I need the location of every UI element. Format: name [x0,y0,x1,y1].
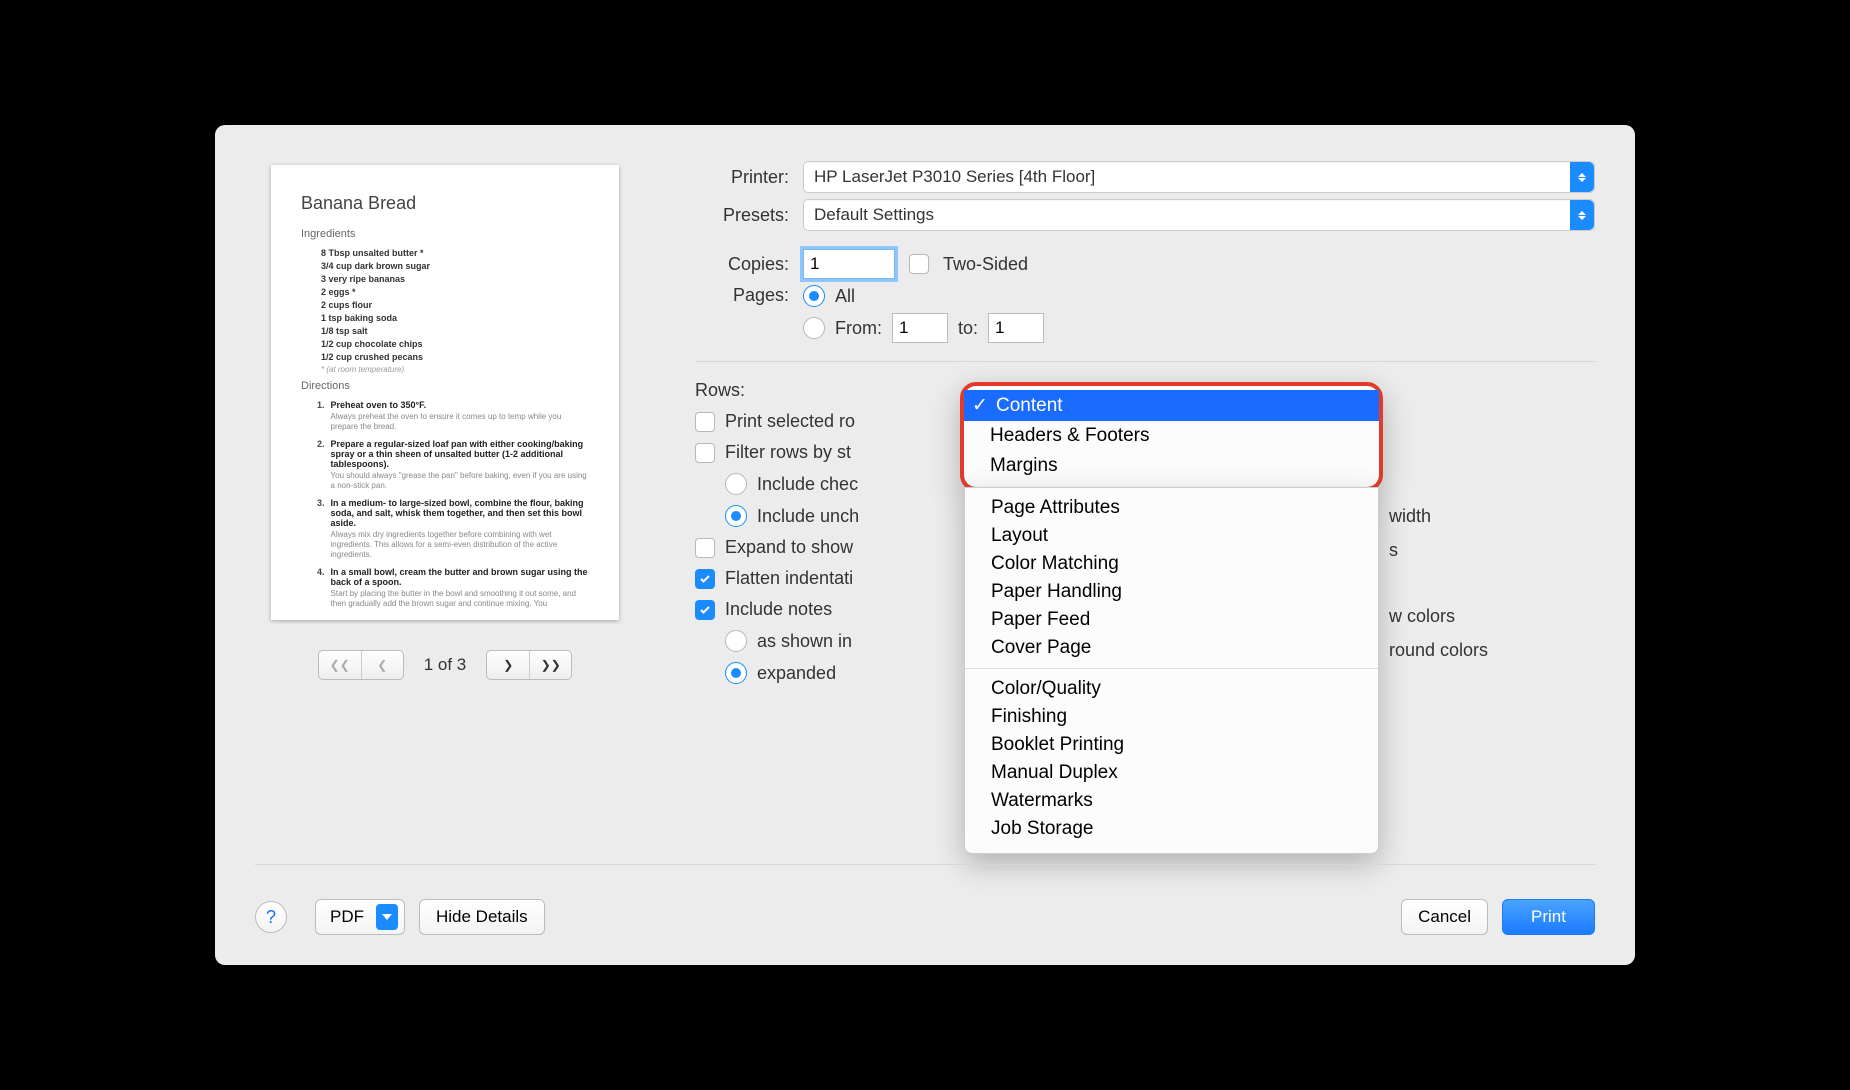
expand-checkbox[interactable] [695,538,715,558]
pages-to-input[interactable] [988,313,1044,343]
pages-from-label: From: [835,318,882,339]
pdf-label: PDF [330,907,364,927]
presets-value: Default Settings [814,205,934,225]
directions-heading: Directions [301,380,589,392]
dropdown-item[interactable]: Color/Quality [965,675,1378,703]
include-checked-radio[interactable] [725,473,747,495]
doc-title: Banana Bread [301,193,589,214]
presets-select[interactable]: Default Settings [803,199,1595,231]
last-page-button[interactable]: ❯❯ [529,651,571,679]
printer-select[interactable]: HP LaserJet P3010 Series [4th Floor] [803,161,1595,193]
ingredient-item: 1/8 tsp salt [301,326,589,336]
print-selected-label: Print selected ro [725,411,855,432]
notes-as-shown-label: as shown in [757,631,852,652]
printer-label: Printer: [695,167,789,188]
ingredient-item: 3 very ripe bananas [301,274,589,284]
pages-all-radio[interactable] [803,285,825,307]
dropdown-item[interactable]: Cover Page [965,634,1378,662]
dropdown-item[interactable]: Headers & Footers [964,421,1379,451]
print-dialog: Banana Bread Ingredients 8 Tbsp unsalted… [215,125,1635,965]
peek-s: s [1389,540,1398,561]
dialog-footer: ? PDF Hide Details Cancel Print [255,899,1595,935]
include-unchecked-radio[interactable] [725,505,747,527]
dropdown-item[interactable]: Margins [964,451,1379,481]
peek-width: width [1389,506,1431,527]
pdf-menu-button[interactable]: PDF [315,899,405,935]
two-sided-label: Two-Sided [943,254,1028,275]
direction-item: 4.In a small bowl, cream the butter and … [317,567,589,610]
include-checked-label: Include chec [757,474,858,495]
filter-rows-label: Filter rows by st [725,442,851,463]
preview-column: Banana Bread Ingredients 8 Tbsp unsalted… [255,155,635,694]
notes-as-shown-radio[interactable] [725,630,747,652]
pages-from-input[interactable] [892,313,948,343]
direction-item: 1.Preheat oven to 350°F.Always preheat t… [317,400,589,433]
include-unchecked-label: Include unch [757,506,859,527]
dropdown-item[interactable]: Layout [965,522,1378,550]
page-indicator: 1 of 3 [424,655,467,675]
dropdown-item[interactable]: Watermarks [965,787,1378,815]
preview-pager: ❮❮ ❮ 1 of 3 ❯ ❯❯ [255,650,635,680]
ingredients-footnote: * (at room temperature) [301,365,589,374]
pages-all-label: All [835,286,855,307]
print-selected-checkbox[interactable] [695,412,715,432]
dropdown-item[interactable]: Manual Duplex [965,759,1378,787]
copies-input[interactable] [803,249,895,279]
section-dropdown-highlight: ContentHeaders & FootersMargins [960,382,1383,491]
page-preview: Banana Bread Ingredients 8 Tbsp unsalted… [271,165,619,620]
ingredient-item: 1/2 cup chocolate chips [301,339,589,349]
printer-value: HP LaserJet P3010 Series [4th Floor] [814,167,1095,187]
cancel-button[interactable]: Cancel [1401,899,1488,935]
notes-expanded-label: expanded [757,663,836,684]
section-dropdown[interactable]: Page AttributesLayoutColor MatchingPaper… [964,487,1379,854]
expand-label: Expand to show [725,537,853,558]
chevron-updown-icon [1570,162,1594,192]
dropdown-item[interactable]: Paper Handling [965,578,1378,606]
ingredient-item: 2 cups flour [301,300,589,310]
direction-item: 2.Prepare a regular-sized loaf pan with … [317,439,589,492]
footer-separator [255,864,1595,865]
next-page-button[interactable]: ❯ [487,651,529,679]
copies-label: Copies: [695,254,789,275]
dropdown-item[interactable]: Job Storage [965,815,1378,843]
dropdown-item[interactable]: Booklet Printing [965,731,1378,759]
dropdown-separator [965,668,1378,669]
pages-range-radio[interactable] [803,317,825,339]
presets-label: Presets: [695,205,789,226]
chevron-down-icon [376,904,398,930]
hide-details-button[interactable]: Hide Details [419,899,545,935]
flatten-checkbox[interactable] [695,569,715,589]
dropdown-item[interactable]: Content [964,390,1379,421]
dropdown-item[interactable]: Page Attributes [965,494,1378,522]
dropdown-item[interactable]: Finishing [965,703,1378,731]
two-sided-checkbox[interactable] [909,254,929,274]
ingredient-item: 8 Tbsp unsalted butter * [301,248,589,258]
filter-rows-checkbox[interactable] [695,443,715,463]
direction-item: 3.In a medium- to large-sized bowl, comb… [317,498,589,561]
chevron-updown-icon [1570,200,1594,230]
help-button[interactable]: ? [255,901,287,933]
peek-round-colors: round colors [1389,640,1488,661]
print-button[interactable]: Print [1502,899,1595,935]
flatten-label: Flatten indentati [725,568,853,589]
ingredient-item: 1 tsp baking soda [301,313,589,323]
dropdown-item[interactable]: Color Matching [965,550,1378,578]
prev-page-button[interactable]: ❮ [361,651,403,679]
notes-expanded-radio[interactable] [725,662,747,684]
include-notes-checkbox[interactable] [695,600,715,620]
ingredient-item: 2 eggs * [301,287,589,297]
pages-to-label: to: [958,318,978,339]
include-notes-label: Include notes [725,599,832,620]
pages-label: Pages: [695,285,789,306]
ingredients-heading: Ingredients [301,228,589,240]
ingredient-item: 3/4 cup dark brown sugar [301,261,589,271]
first-page-button[interactable]: ❮❮ [319,651,361,679]
dropdown-item[interactable]: Paper Feed [965,606,1378,634]
ingredient-item: 1/2 cup crushed pecans [301,352,589,362]
peek-row-colors: w colors [1389,606,1455,627]
